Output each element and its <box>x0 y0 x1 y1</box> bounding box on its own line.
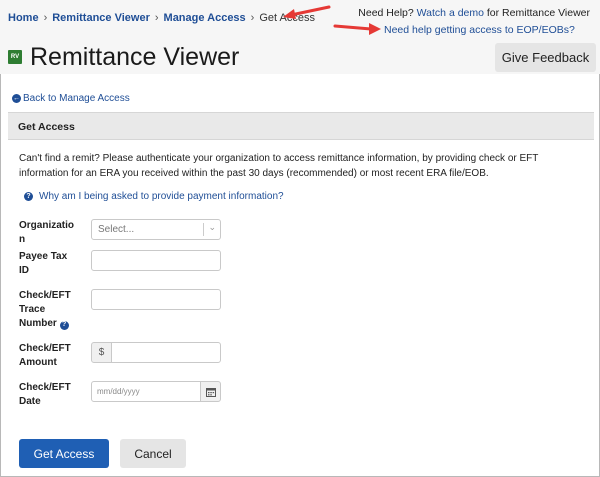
annotation-arrow-icon <box>283 5 331 19</box>
watch-demo-link[interactable]: Watch a demo <box>417 7 484 19</box>
access-help-link[interactable]: Need help getting access to EOP/EOBs? <box>384 24 575 36</box>
annotation-arrow-icon <box>333 23 381 35</box>
app-logo: RV <box>8 50 22 64</box>
help-suffix: for Remittance Viewer <box>486 7 590 19</box>
page-title: Remittance Viewer <box>30 43 240 71</box>
amount-input[interactable] <box>111 342 221 363</box>
section-header: Get Access <box>8 112 594 140</box>
top-header: Home › Remittance Viewer › Manage Access › Get… <box>0 0 600 74</box>
back-to-manage-access-link[interactable]: ← Back to Manage Access <box>12 93 130 104</box>
breadcrumb: Home › Remittance Viewer › Manage Access › Get… <box>8 12 315 24</box>
question-icon[interactable]: ? <box>59 320 69 330</box>
calendar-icon <box>205 387 216 397</box>
breadcrumb-separator: › <box>250 12 255 24</box>
breadcrumb-manage-access[interactable]: Manage Access <box>164 12 246 24</box>
breadcrumb-separator: › <box>154 12 159 24</box>
help-text: Need Help? Watch a demo for Remittance V… <box>358 7 590 19</box>
cancel-button[interactable]: Cancel <box>120 439 186 468</box>
breadcrumb-home[interactable]: Home <box>8 12 39 24</box>
organization-label: Organization <box>19 219 75 247</box>
calendar-button[interactable] <box>200 381 221 402</box>
intro-text: Can't find a remit? Please authenticate … <box>19 153 539 179</box>
trace-number-input[interactable] <box>91 289 221 310</box>
why-link-label: Why am I being asked to provide payment … <box>39 191 284 202</box>
organization-label-text: Organization <box>19 220 75 245</box>
get-access-button[interactable]: Get Access <box>19 439 109 468</box>
organization-select-value: Select... <box>98 224 135 235</box>
date-input[interactable] <box>91 381 201 402</box>
select-divider <box>203 223 204 236</box>
trace-number-label: Check/EFT Trace Number ? <box>19 289 79 331</box>
breadcrumb-separator: › <box>43 12 48 24</box>
amount-label: Check/EFT Amount <box>19 343 71 368</box>
payee-tax-id-input[interactable] <box>91 250 221 271</box>
help-prefix: Need Help? <box>358 7 414 19</box>
organization-select[interactable]: Select... ⌄ <box>91 219 221 240</box>
chevron-down-icon: ⌄ <box>208 222 216 232</box>
payee-tax-id-label: Payee Tax ID <box>19 251 68 276</box>
breadcrumb-remittance-viewer[interactable]: Remittance Viewer <box>52 12 150 24</box>
arrow-left-icon: ← <box>12 94 21 103</box>
why-payment-info-link[interactable]: ? Why am I being asked to provide paymen… <box>24 191 284 202</box>
question-icon: ? <box>24 192 33 201</box>
back-link-label: Back to Manage Access <box>23 93 130 104</box>
date-label: Check/EFT Date <box>19 382 71 407</box>
dollar-prefix: $ <box>91 342 112 363</box>
give-feedback-button[interactable]: Give Feedback <box>495 43 596 72</box>
